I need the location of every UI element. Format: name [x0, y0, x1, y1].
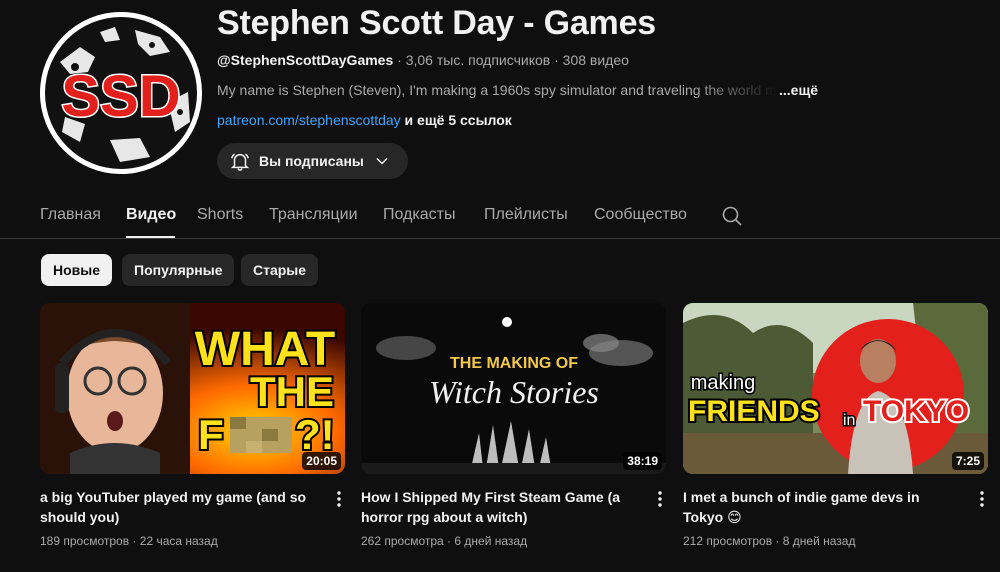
channel-avatar[interactable]: SSD	[40, 12, 202, 174]
description-more-link[interactable]: ...ещё	[779, 82, 818, 98]
stats-separator: ·	[443, 534, 455, 548]
channel-tabs: Главная Видео Shorts Трансляции Подкасты…	[0, 194, 1000, 239]
channel-description[interactable]: My name is Stephen (Steven), I'm making …	[217, 82, 818, 98]
video-duration: 7:25	[951, 452, 984, 470]
video-title[interactable]: How I Shipped My First Steam Game (a hor…	[361, 487, 631, 527]
video-stats: 189 просмотров · 22 часа назад	[40, 534, 218, 548]
tab-playlists[interactable]: Плейлисты	[484, 206, 568, 224]
stats-separator: ·	[772, 534, 783, 548]
tab-live[interactable]: Трансляции	[269, 206, 358, 224]
video-title[interactable]: I met a bunch of indie game devs in Toky…	[683, 487, 953, 527]
thumb-text-witch-stories: Witch Stories	[429, 374, 599, 410]
thumb-text-the: THE	[250, 368, 334, 415]
active-tab-indicator	[126, 236, 175, 238]
video-stats: 212 просмотров · 8 дней назад	[683, 534, 855, 548]
video-views: 212 просмотров	[683, 534, 773, 548]
video-age: 22 часа назад	[139, 534, 218, 548]
avatar-logo-text: SSD	[61, 64, 180, 129]
thumb-text-making: making	[691, 372, 755, 394]
subscriber-count: 3,06 тыс. подписчиков	[405, 52, 551, 68]
thumb-text-friends: FRIENDS	[688, 395, 820, 428]
video-thumbnail[interactable]: WHAT THE F ?! 20:05	[40, 303, 345, 474]
tab-home[interactable]: Главная	[40, 206, 101, 224]
thumb-text-tokyo: TOKYO	[863, 395, 969, 428]
channel-name: Stephen Scott Day - Games	[217, 4, 657, 42]
video-thumbnail[interactable]: making FRIENDS in TOKYO 7:25	[683, 303, 988, 474]
channel-meta: @StephenScottDayGames · 3,06 тыс. подпис…	[217, 52, 629, 68]
video-card: THE MAKING OF Witch Stories 38:19 How I …	[361, 303, 666, 548]
video-card: making FRIENDS in TOKYO 7:25 I met a bun…	[683, 303, 988, 548]
bell-icon	[229, 150, 251, 172]
meta-separator: ·	[393, 52, 406, 68]
tab-videos[interactable]: Видео	[126, 206, 176, 224]
subscribed-button[interactable]: Вы подписаны	[217, 143, 408, 179]
video-duration: 38:19	[623, 452, 662, 470]
chip-popular[interactable]: Популярные	[122, 254, 235, 286]
video-title[interactable]: a big YouTuber played my game (and so sh…	[40, 487, 310, 527]
video-duration: 20:05	[302, 452, 341, 470]
search-icon[interactable]	[720, 204, 744, 228]
patreon-link[interactable]: patreon.com/stephenscottday	[217, 112, 401, 128]
more-vert-icon[interactable]	[327, 487, 351, 511]
video-age: 8 дней назад	[782, 534, 856, 548]
tab-community[interactable]: Сообщество	[594, 206, 687, 224]
chevron-down-icon	[372, 151, 392, 171]
video-stats: 262 просмотра · 6 дней назад	[361, 534, 527, 548]
video-count: 308 видео	[562, 52, 629, 68]
more-vert-icon[interactable]	[648, 487, 672, 511]
channel-handle[interactable]: @StephenScottDayGames	[217, 52, 393, 68]
video-views: 262 просмотра	[361, 534, 444, 548]
video-age: 6 дней назад	[454, 534, 528, 548]
thumb-text-punct: ?!	[295, 411, 335, 458]
tab-shorts[interactable]: Shorts	[197, 206, 243, 224]
more-links-link[interactable]: и ещё 5 ссылок	[401, 112, 512, 128]
subscribed-label: Вы подписаны	[259, 153, 364, 169]
more-vert-icon[interactable]	[970, 487, 994, 511]
chip-oldest[interactable]: Старые	[241, 254, 319, 286]
video-thumbnail[interactable]: THE MAKING OF Witch Stories 38:19	[361, 303, 666, 474]
chip-newest[interactable]: Новые	[41, 254, 113, 286]
video-views: 189 просмотров	[40, 534, 130, 548]
thumb-text-making-of: THE MAKING OF	[450, 355, 578, 372]
tab-podcasts[interactable]: Подкасты	[383, 206, 455, 224]
thumb-text-in: in	[843, 412, 855, 429]
stats-separator: ·	[129, 534, 140, 548]
channel-links: patreon.com/stephenscottday и ещё 5 ссыл…	[217, 112, 512, 128]
video-card: WHAT THE F ?! 20:05 a big YouTuber playe…	[40, 303, 345, 548]
meta-separator: ·	[550, 52, 563, 68]
description-text: My name is Stephen (Steven), I'm making …	[217, 82, 777, 98]
thumb-text-f: F	[198, 411, 224, 458]
